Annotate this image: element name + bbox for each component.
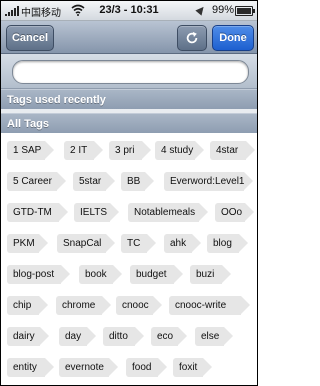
tag-chip[interactable]: else — [195, 327, 233, 346]
cancel-button[interactable]: Cancel — [6, 25, 54, 51]
tag-chip[interactable]: BB — [121, 172, 154, 191]
section-header-all: All Tags — [1, 113, 257, 133]
tag-chip[interactable]: cnooc-write — [169, 296, 250, 315]
tag-chip[interactable]: Notablemeals — [128, 203, 208, 222]
tag-chip[interactable]: 4 study — [155, 141, 204, 160]
tag-chip[interactable]: Everword:Level1 — [164, 172, 253, 191]
tag-chip[interactable]: day — [59, 327, 96, 346]
tag-chip[interactable]: 5 Career — [7, 172, 66, 191]
tag-chip[interactable]: eco — [151, 327, 187, 346]
tag-chip[interactable]: book — [79, 265, 122, 284]
tag-chip[interactable]: dairy — [7, 327, 49, 346]
nav-bar: Cancel Done — [1, 21, 257, 54]
tag-chip[interactable]: 4star — [210, 141, 255, 160]
tag-chip[interactable]: budget — [130, 265, 183, 284]
battery-icon — [235, 6, 255, 16]
tag-chip[interactable]: chip — [7, 296, 48, 315]
tag-chip[interactable]: OOo — [215, 203, 254, 222]
tag-chip[interactable]: blog-post — [7, 265, 70, 284]
tag-chip[interactable]: TC — [121, 234, 156, 253]
tag-chip[interactable]: ditto — [103, 327, 144, 346]
tag-list: 1 SAP 2 IT 3 pri 4 study 4star 5 Career … — [1, 133, 257, 385]
refresh-button[interactable] — [177, 25, 207, 51]
tag-chip[interactable]: chrome — [56, 296, 111, 315]
refresh-icon — [186, 31, 198, 44]
tag-chip[interactable]: IELTS — [74, 203, 119, 222]
tag-chip[interactable]: 3 pri — [109, 141, 151, 160]
tag-chip[interactable]: food — [126, 358, 167, 377]
tag-chip[interactable]: 1 SAP — [7, 141, 54, 160]
tag-chip[interactable]: entity — [7, 358, 54, 377]
status-bar: 中国移动 23/3 - 10:31 99% — [1, 1, 257, 21]
app-screen: 中国移动 23/3 - 10:31 99% Cancel Done Tags u… — [0, 0, 258, 386]
tag-chip[interactable]: 5star — [73, 172, 115, 191]
search-bar — [1, 54, 257, 89]
tag-chip[interactable]: PKM — [7, 234, 48, 253]
battery-percent: 99% — [212, 4, 235, 16]
tag-chip[interactable]: 2 IT — [64, 141, 103, 160]
tag-chip[interactable]: ahk — [164, 234, 201, 253]
search-input[interactable] — [12, 60, 249, 84]
tag-chip[interactable]: evernote — [59, 358, 118, 377]
tag-chip[interactable]: GTD-TM — [7, 203, 68, 222]
tag-chip[interactable]: blog — [207, 234, 248, 253]
tag-chip[interactable]: cnooc — [116, 296, 162, 315]
tag-chip[interactable]: foxit — [173, 358, 212, 377]
section-header-recent: Tags used recently — [1, 89, 257, 109]
tag-chip[interactable]: SnapCal — [57, 234, 115, 253]
tag-chip[interactable]: buzi — [190, 265, 231, 284]
done-button[interactable]: Done — [212, 25, 254, 51]
